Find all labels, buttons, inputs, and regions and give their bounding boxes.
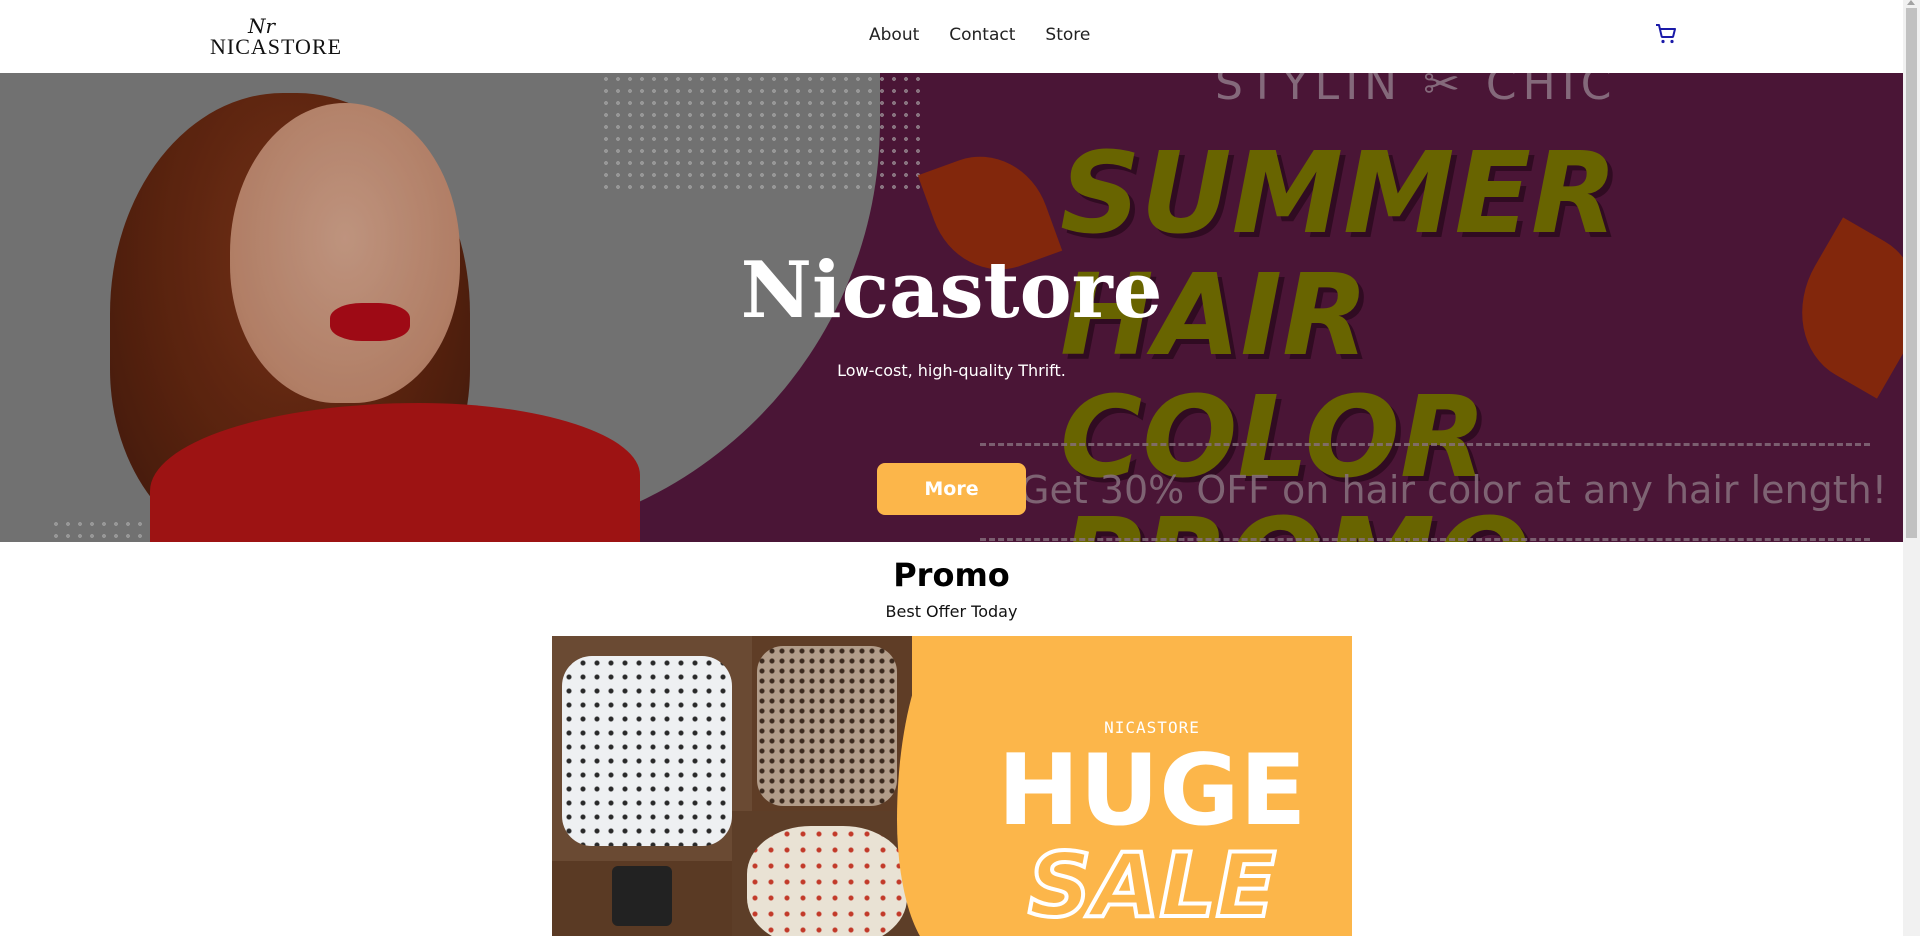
shirt-cloth xyxy=(757,646,897,806)
scroll-up-arrow-icon[interactable] xyxy=(1907,0,1915,5)
hero-subtitle: Low-cost, high-quality Thrift. xyxy=(837,361,1066,380)
promo-banner-subheadline: SALE xyxy=(1026,834,1278,936)
shirt-cloth xyxy=(612,866,672,926)
page: Nr NICASTORE About Contact Store STYLIN … xyxy=(0,0,1903,936)
shirt-cloth xyxy=(562,656,732,846)
more-button[interactable]: More xyxy=(877,463,1026,515)
hero-banner: STYLIN ✂ CHIC SUMMER HAIR COLOR PROMO Ge… xyxy=(0,73,1903,542)
scrollbar-thumb[interactable] xyxy=(1906,8,1917,538)
promo-photo-shirt-3 xyxy=(552,861,732,936)
logo-text: NICASTORE xyxy=(210,34,343,59)
nav-links: About Contact Store xyxy=(869,25,1090,45)
shirt-cloth xyxy=(747,826,907,936)
shopping-cart-glyph xyxy=(1656,24,1676,44)
vertical-scrollbar[interactable] xyxy=(1903,0,1920,936)
navbar: Nr NICASTORE About Contact Store xyxy=(0,0,1903,73)
promo-section-title: Promo xyxy=(893,556,1010,594)
nav-link-store[interactable]: Store xyxy=(1045,25,1090,45)
shopping-cart-icon[interactable] xyxy=(1654,22,1678,46)
nav-link-about[interactable]: About xyxy=(869,25,919,45)
promo-banner[interactable]: NICASTORE HUGE SALE xyxy=(552,636,1352,936)
promo-photo-shirt-1 xyxy=(552,636,752,861)
hero-title: Nicastore xyxy=(740,245,1163,336)
promo-section-subtitle: Best Offer Today xyxy=(885,602,1018,621)
promo-banner-headline: HUGE xyxy=(997,734,1307,848)
promo-photo-shirt-2 xyxy=(752,636,912,811)
nav-link-contact[interactable]: Contact xyxy=(949,25,1015,45)
logo[interactable]: Nr NICASTORE xyxy=(210,14,341,59)
